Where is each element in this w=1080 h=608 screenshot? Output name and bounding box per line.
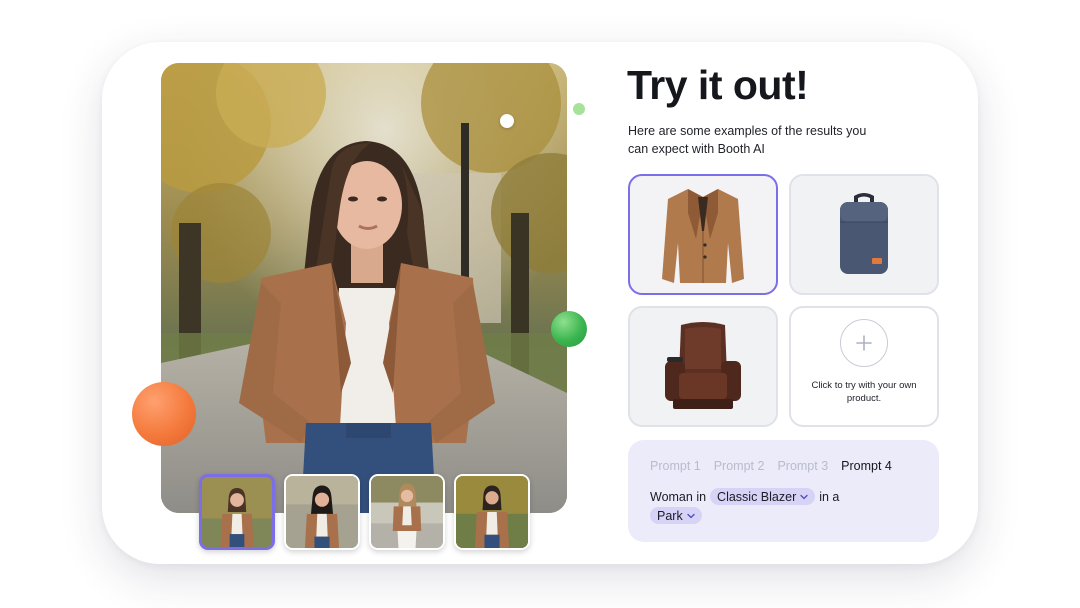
thumbnail-result-4[interactable] [454,474,530,550]
thumbnail-result-1[interactable] [199,474,275,550]
decor-dot-white [500,114,514,128]
thumbnail-image [371,476,443,548]
hero-photo [161,63,567,513]
product-card-recliner[interactable] [628,306,778,427]
prompt-connector: in a [819,489,840,504]
thumbnail-image [286,476,358,548]
tab-prompt-2[interactable]: Prompt 2 [714,459,765,473]
item-dropdown[interactable]: Classic Blazer [710,488,816,505]
result-thumbnails [199,474,530,550]
chevron-down-icon [800,494,808,499]
recliner-image [665,321,741,409]
item-dropdown-value: Classic Blazer [717,489,797,504]
backpack-image [840,192,888,274]
tab-prompt-4[interactable]: Prompt 4 [841,459,892,473]
chevron-down-icon [687,513,695,518]
thumbnail-result-2[interactable] [284,474,360,550]
location-dropdown-value: Park [657,508,683,523]
blazer-image [662,188,744,283]
product-card-backpack[interactable] [789,174,939,295]
prompt-tabs: Prompt 1 Prompt 2 Prompt 3 Prompt 4 [650,459,892,473]
thumbnail-image [202,477,272,547]
thumbnail-image [456,476,528,548]
tab-prompt-1[interactable]: Prompt 1 [650,459,701,473]
product-card-blazer[interactable] [628,174,778,295]
plus-icon[interactable] [840,318,888,367]
prompt-sentence-line-2: Park [650,507,702,524]
decor-ball-green [551,311,587,347]
page-subtitle: Here are some examples of the results yo… [628,124,867,156]
prompt-panel: Prompt 1 Prompt 2 Prompt 3 Prompt 4 Woma… [628,440,939,542]
add-product-label: Click to try with your own product. [811,379,917,404]
decor-ball-orange [132,382,196,446]
decor-dot-light-green [573,103,585,115]
prompt-sentence: Woman in Classic Blazer in a [650,488,839,505]
park-woman-image [161,63,567,513]
thumbnail-result-3[interactable] [369,474,445,550]
tab-prompt-3[interactable]: Prompt 3 [777,459,828,473]
prompt-prefix: Woman in [650,489,707,504]
page-title: Try it out! [627,62,809,108]
add-product-card[interactable]: Click to try with your own product. [789,306,939,427]
location-dropdown[interactable]: Park [650,507,702,524]
